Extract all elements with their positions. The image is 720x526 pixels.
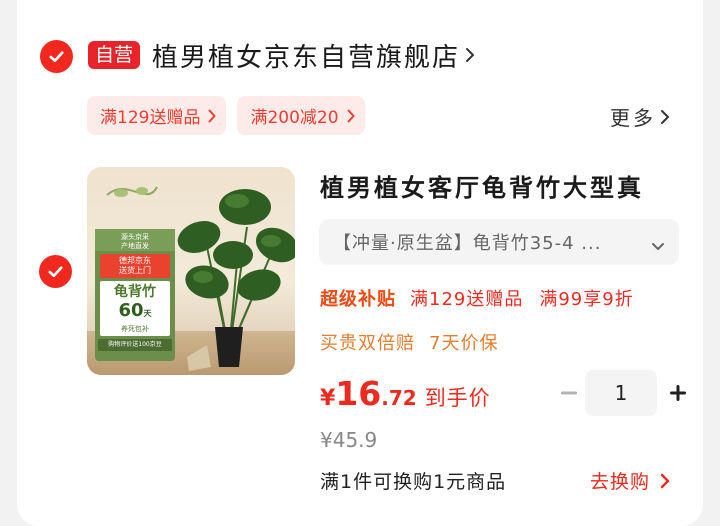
self-operated-badge: 自营 — [88, 41, 141, 69]
service-tag: 7天价保 — [429, 333, 499, 354]
service-tag: 买贵双倍赔 — [320, 333, 415, 354]
promo-chip-label: 满200减20 — [250, 108, 339, 128]
decrease-quantity-button[interactable] — [556, 370, 582, 416]
price-currency: ¥ — [320, 386, 336, 411]
chevron-down-icon — [651, 236, 665, 257]
swap-offer-link[interactable]: 去换购 — [590, 467, 670, 494]
swap-offer-text: 满1件可换购1元商品 — [320, 471, 507, 493]
promo-tag: 满129送赠品 — [410, 289, 524, 310]
promo-chip-label: 满129送赠品 — [100, 108, 201, 128]
promo-chip[interactable]: 满200减20 — [237, 96, 365, 135]
shop-promo-chips: 满129送赠品 满200减20 — [87, 96, 376, 135]
quantity-stepper: 1 — [556, 370, 695, 416]
chevron-right-icon — [208, 109, 216, 123]
more-promos-link[interactable]: 更多 — [610, 102, 670, 131]
promo-chip[interactable]: 满129送赠品 — [87, 96, 227, 135]
chevron-right-icon — [660, 473, 670, 489]
image-text-footer: 购物评价送100京豆 — [98, 339, 172, 351]
more-label: 更多 — [610, 106, 656, 130]
plus-icon — [670, 385, 686, 401]
promo-tag: 满99享9折 — [539, 289, 634, 310]
checkmark-icon — [49, 51, 64, 63]
shop-select-checkbox[interactable] — [40, 40, 73, 73]
image-text-guarantee: 养死包补 — [121, 325, 149, 333]
minus-icon — [561, 391, 577, 395]
image-text-origin: 源头京采 产地直发 — [95, 229, 175, 251]
spec-selector[interactable]: 【冲量·原生盆】龟背竹35-4 ... — [319, 219, 679, 265]
chevron-right-icon — [347, 109, 355, 123]
swap-link-label: 去换购 — [590, 471, 651, 493]
image-text-box: 龟背竹 60天 养死包补 — [100, 281, 170, 336]
checkmark-icon — [48, 266, 63, 278]
price-integer: 16 — [335, 374, 382, 413]
final-price: ¥ 16 .72 到手价 — [320, 374, 491, 413]
product-select-checkbox[interactable] — [39, 255, 72, 288]
original-price: ¥45.9 — [320, 428, 378, 452]
price-decimal: .72 — [381, 386, 417, 410]
quantity-input[interactable]: 1 — [585, 370, 657, 416]
shop-header[interactable]: 自营 植男植女京东自营旗舰店 — [88, 36, 476, 74]
spec-selector-text: 【冲量·原生盆】龟背竹35-4 ... — [333, 233, 602, 254]
super-subsidy-tag: 超级补贴 — [320, 289, 396, 310]
image-promo-panel: 源头京采 产地直发 德邦京东 送货上门 龟背竹 60天 养死包补 购物评价送10… — [95, 229, 175, 361]
product-image[interactable]: 源头京采 产地直发 德邦京东 送货上门 龟背竹 60天 养死包补 购物评价送10… — [87, 167, 295, 375]
service-tags: 买贵双倍赔 7天价保 — [320, 329, 512, 355]
image-text-days: 60天 — [118, 300, 152, 321]
increase-quantity-button[interactable] — [661, 370, 695, 416]
price-label: 到手价 — [424, 386, 491, 410]
chevron-right-icon — [660, 109, 670, 125]
chevron-right-icon — [464, 46, 476, 64]
product-title[interactable]: 植男植女客厅龟背竹大型真 — [320, 168, 644, 203]
shop-name[interactable]: 植男植女京东自营旗舰店 — [152, 37, 460, 74]
image-text-delivery: 德邦京东 送货上门 — [100, 254, 170, 278]
image-text-name: 龟背竹 — [114, 284, 156, 300]
promo-tags: 超级补贴 满129送赠品 满99享9折 — [320, 285, 650, 311]
